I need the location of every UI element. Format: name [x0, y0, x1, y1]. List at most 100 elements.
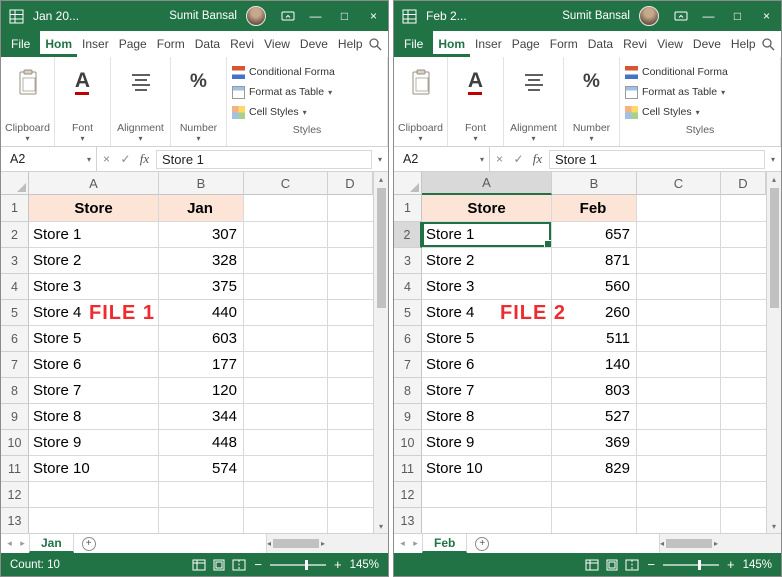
store-cell[interactable]: Store 9 — [29, 430, 159, 456]
empty-cell[interactable] — [244, 352, 328, 378]
empty-cell[interactable] — [637, 378, 721, 404]
value-cell[interactable]: 871 — [552, 248, 637, 274]
row-header[interactable]: 8 — [394, 378, 422, 404]
tab-formulas[interactable]: Form — [152, 31, 190, 57]
empty-cell[interactable] — [637, 326, 721, 352]
sheet-nav-right-icon[interactable]: ▸ — [16, 538, 29, 549]
column-header-c[interactable]: C — [244, 172, 328, 195]
scroll-right-icon[interactable]: ▸ — [321, 537, 325, 551]
format-as-table-button[interactable]: Format as Table ▾ — [229, 82, 385, 102]
store-cell[interactable]: Store 7 — [422, 378, 552, 404]
store-cell[interactable]: Store 8 — [29, 404, 159, 430]
value-cell[interactable]: 344 — [159, 404, 244, 430]
value-cell[interactable]: 603 — [159, 326, 244, 352]
row-header[interactable]: 6 — [394, 326, 422, 352]
cell-a1[interactable]: Store — [422, 195, 552, 222]
empty-cell[interactable] — [244, 222, 328, 248]
row-header[interactable]: 7 — [394, 352, 422, 378]
empty-cell[interactable] — [244, 300, 328, 326]
minimize-button[interactable]: — — [694, 1, 723, 31]
empty-cell[interactable] — [637, 430, 721, 456]
row-header[interactable]: 13 — [1, 508, 29, 533]
cell-b1[interactable]: Jan — [159, 195, 244, 222]
empty-cell[interactable] — [244, 326, 328, 352]
page-break-view-icon[interactable] — [232, 559, 246, 571]
enter-icon[interactable]: ✓ — [116, 152, 135, 166]
tab-data[interactable]: Data — [583, 31, 618, 57]
sheet-nav-left-icon[interactable]: ◂ — [396, 538, 409, 549]
store-cell[interactable]: Store 3 — [422, 274, 552, 300]
empty-cell[interactable] — [721, 326, 766, 352]
scrollbar-thumb[interactable] — [769, 188, 779, 308]
vertical-scrollbar[interactable]: ▴ ▾ — [373, 172, 388, 533]
row-header[interactable]: 12 — [1, 482, 29, 508]
empty-cell[interactable] — [328, 352, 373, 378]
ribbon-display-options-icon[interactable] — [275, 10, 301, 22]
excel-app-icon[interactable] — [402, 9, 417, 24]
zoom-level[interactable]: 145% — [743, 559, 772, 571]
column-header-b[interactable]: B — [552, 172, 637, 195]
page-break-view-icon[interactable] — [625, 559, 639, 571]
conditional-formatting-button[interactable]: Conditional Forma — [229, 62, 385, 82]
empty-cell[interactable] — [328, 274, 373, 300]
empty-cell[interactable] — [721, 248, 766, 274]
name-box[interactable]: A2 ▾ — [394, 147, 490, 171]
avatar[interactable] — [639, 6, 659, 26]
value-cell[interactable]: 177 — [159, 352, 244, 378]
formula-input[interactable]: Store 1 — [549, 149, 765, 169]
tab-home[interactable]: Hom — [433, 31, 470, 57]
conditional-formatting-button[interactable]: Conditional Forma — [622, 62, 778, 82]
empty-cell[interactable] — [637, 404, 721, 430]
empty-cell[interactable] — [328, 404, 373, 430]
empty-cell[interactable] — [637, 274, 721, 300]
empty-cell[interactable] — [721, 378, 766, 404]
empty-cell[interactable] — [721, 300, 766, 326]
empty-cell[interactable] — [721, 456, 766, 482]
row-header[interactable]: 7 — [1, 352, 29, 378]
new-sheet-button[interactable]: + — [475, 536, 490, 551]
user-name[interactable]: Sumit Bansal — [562, 10, 630, 22]
scroll-right-icon[interactable]: ▸ — [714, 537, 718, 551]
zoom-in-button[interactable]: + — [334, 557, 342, 572]
empty-cell[interactable] — [328, 248, 373, 274]
empty-cell[interactable] — [721, 274, 766, 300]
empty-cell[interactable] — [328, 326, 373, 352]
zoom-out-button[interactable]: − — [647, 557, 655, 572]
store-cell[interactable]: Store 10 — [29, 456, 159, 482]
empty-cell[interactable] — [637, 248, 721, 274]
empty-cell[interactable] — [721, 430, 766, 456]
clipboard-group-button[interactable]: Clipboard ▾ — [1, 57, 55, 146]
tab-file[interactable]: File — [1, 31, 41, 57]
row-header[interactable]: 1 — [1, 195, 29, 222]
avatar[interactable] — [246, 6, 266, 26]
store-cell[interactable]: Store 5 — [29, 326, 159, 352]
cell-d1[interactable] — [721, 195, 766, 222]
select-all-button[interactable] — [1, 172, 29, 195]
formula-bar-expand-icon[interactable]: ▾ — [765, 155, 781, 164]
tab-data[interactable]: Data — [190, 31, 225, 57]
maximize-button[interactable]: □ — [330, 1, 359, 31]
empty-cell[interactable] — [244, 404, 328, 430]
user-name[interactable]: Sumit Bansal — [169, 10, 237, 22]
tab-review[interactable]: Revi — [225, 31, 259, 57]
format-as-table-button[interactable]: Format as Table ▾ — [622, 82, 778, 102]
empty-cell[interactable] — [637, 456, 721, 482]
empty-cell[interactable] — [637, 352, 721, 378]
sheet-nav-left-icon[interactable]: ◂ — [3, 538, 16, 549]
row-header[interactable]: 3 — [1, 248, 29, 274]
font-group-button[interactable]: A Font ▾ — [448, 57, 504, 146]
column-header-a[interactable]: A — [29, 172, 159, 195]
alignment-group-button[interactable]: Alignment ▾ — [504, 57, 564, 146]
row-header[interactable]: 13 — [394, 508, 422, 533]
tab-view[interactable]: View — [259, 31, 295, 57]
scroll-up-icon[interactable]: ▴ — [379, 172, 383, 186]
row-header[interactable]: 3 — [394, 248, 422, 274]
row-header[interactable]: 11 — [394, 456, 422, 482]
value-cell[interactable]: 803 — [552, 378, 637, 404]
empty-cell[interactable] — [637, 222, 721, 248]
cell-c1[interactable] — [637, 195, 721, 222]
scroll-down-icon[interactable]: ▾ — [772, 519, 776, 533]
sheet-tab[interactable]: Jan — [29, 534, 74, 553]
store-cell[interactable]: Store 7 — [29, 378, 159, 404]
zoom-slider[interactable] — [662, 559, 719, 570]
